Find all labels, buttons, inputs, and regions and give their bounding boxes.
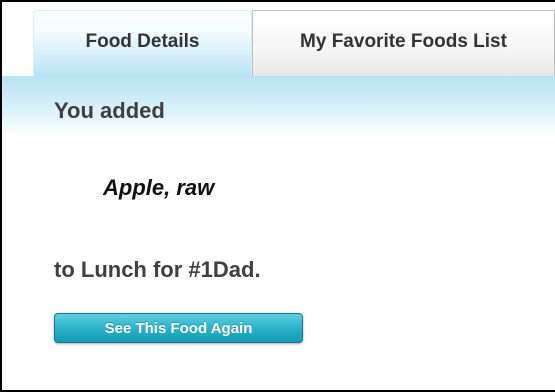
tab-food-details[interactable]: Food Details [33, 10, 252, 76]
tab-bar: Food Details My Favorite Foods List [33, 10, 555, 76]
meal-assignment-text: to Lunch for #1Dad. [54, 257, 261, 282]
confirmation-headline: You added [54, 98, 165, 123]
food-confirmation-panel: Food Details My Favorite Foods List You … [0, 0, 555, 392]
see-this-food-again-button[interactable]: See This Food Again [54, 313, 303, 343]
tab-my-favorite-foods-list[interactable]: My Favorite Foods List [252, 10, 555, 76]
food-name: Apple, raw [103, 175, 215, 200]
